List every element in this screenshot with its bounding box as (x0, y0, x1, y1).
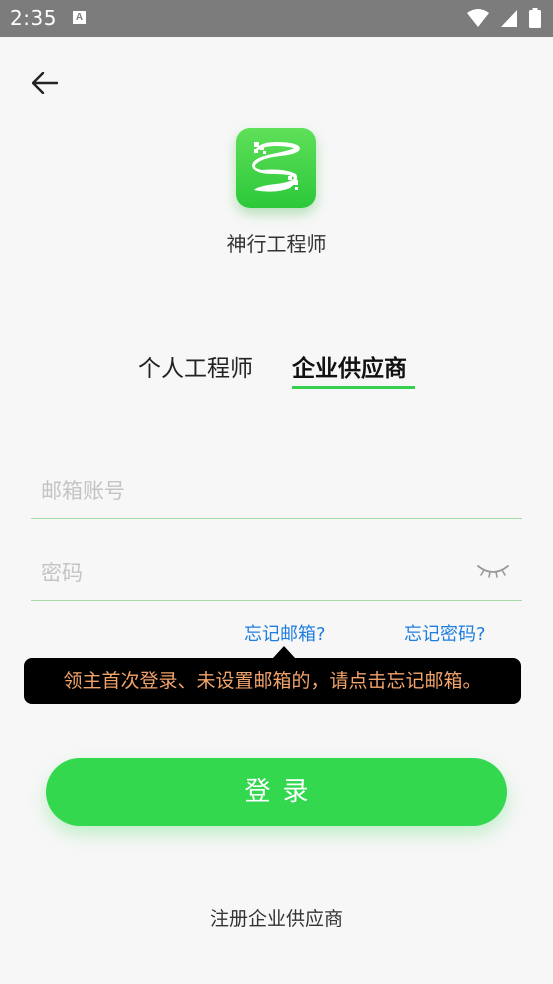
back-button[interactable] (28, 66, 62, 100)
wifi-icon (466, 9, 489, 27)
tab-enterprise-supplier[interactable]: 企业供应商 (292, 349, 407, 383)
app-logo (236, 128, 316, 208)
arrow-left-icon (32, 72, 58, 94)
forgot-email-link[interactable]: 忘记邮箱? (244, 620, 326, 646)
active-tab-indicator (292, 386, 415, 389)
tab-personal-engineer[interactable]: 个人工程师 (138, 349, 253, 383)
app-name: 神行工程师 (226, 232, 327, 256)
email-input[interactable] (39, 470, 463, 512)
email-field (31, 458, 522, 519)
status-icons (461, 8, 541, 28)
tooltip-arrow (273, 646, 295, 658)
forgot-password-link[interactable]: 忘记密码? (404, 620, 486, 646)
eye-closed-icon[interactable] (476, 560, 510, 580)
status-time: 2:35 (10, 6, 57, 30)
notification-icon: A (73, 11, 86, 24)
hint-tooltip: 领主首次登录、未设置邮箱的，请点击忘记邮箱。 (24, 658, 521, 704)
password-field (31, 540, 522, 601)
status-bar: 2:35 A (0, 0, 553, 37)
register-supplier-link[interactable]: 注册企业供应商 (0, 904, 553, 931)
cell-signal-icon (500, 10, 517, 27)
logo-graphic-icon (252, 142, 300, 192)
password-input[interactable] (39, 552, 463, 594)
battery-icon (529, 8, 541, 28)
login-button[interactable]: 登录 (46, 758, 507, 826)
